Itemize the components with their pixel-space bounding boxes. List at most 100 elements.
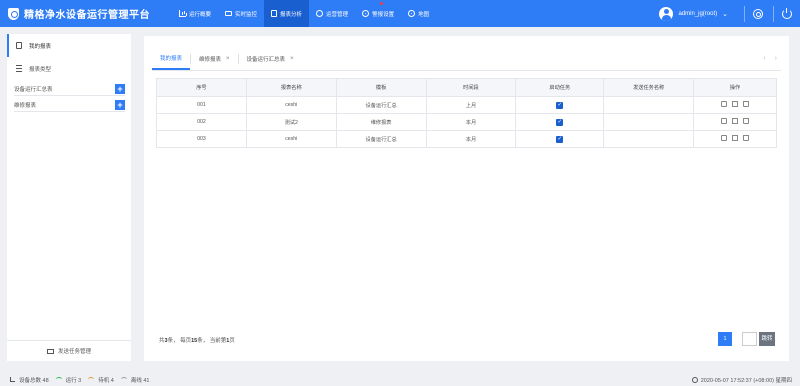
nav-item-map[interactable]: 地图 [401,0,436,27]
report-period: 本月 [425,130,517,148]
pagination-text: 条， 每页 [167,338,192,344]
row-number: 002 [156,113,247,131]
column-header: 发送任务名称 [603,78,695,97]
signal-standby-icon [88,377,95,382]
pagination-text: 页 [229,338,235,344]
page-jump-button[interactable]: 跳转 [759,332,775,346]
column-header: 启动任务 [515,78,605,97]
alarm-gear-icon [362,10,370,17]
enable-task-cell: ✓ [515,113,605,131]
sidebar-group-equipment-summary[interactable]: 设备运行汇总表 + [14,82,125,96]
copy-icon[interactable] [732,101,739,107]
sidebar: 我的报表 报表类型 设备运行汇总表 + 维修报表 + 发送任务管理 [7,34,131,361]
sidebar-group-maintenance[interactable]: 维修报表 + [14,98,125,112]
nav-item-label: 报表分析 [280,11,303,18]
device-standby: 待机 4 [88,376,114,384]
nav-item-overview[interactable]: 运行概要 [172,0,218,27]
divider [744,5,745,22]
nav-item-operations[interactable]: 运营管理 [309,0,355,27]
device-total-label: 设备总数 48 [19,377,49,384]
edit-icon[interactable] [721,135,728,141]
send-task-name [603,113,695,131]
column-header: 时间段 [425,78,517,97]
nav-item-label: 地图 [418,11,430,18]
table-row[interactable]: 002 测试2 维修报表 本月 ✓ [156,113,777,131]
row-actions [693,113,777,131]
send-task-icon [46,348,54,354]
copy-icon[interactable] [732,135,739,141]
close-icon[interactable]: × [290,56,294,62]
page-1-button[interactable]: 1 [718,332,732,346]
nav-item-label: 警报设置 [372,11,395,18]
sidebar-group-label: 设备运行汇总表 [14,86,53,93]
datetime-label: 2020-05-07 17:52:37 (+08:00) 星期四 [700,377,792,384]
tab-label: 维修报表 [199,56,222,63]
enable-task-cell: ✓ [515,130,605,148]
monitor-icon [225,10,233,17]
device-running: 运行 3 [55,376,81,384]
table-row[interactable]: 001 ceshi 设备运行汇总 上月 ✓ [156,96,777,114]
row-number: 003 [156,130,247,148]
top-header: 精格净水设备运行管理平台 运行概要 实时监控 报表分析 运营管理 警报设置 地图 [0,0,800,27]
shield-logo-icon [8,7,19,20]
page-jump-input[interactable] [742,332,757,346]
close-icon[interactable]: × [226,56,230,62]
sidebar-item-label: 报表类型 [29,66,52,73]
tab-label: 我的报表 [160,55,183,62]
send-task-management-button[interactable]: 发送任务管理 [7,340,131,361]
send-task-name [603,130,695,148]
edit-icon[interactable] [721,101,728,107]
tab-maintenance-report[interactable]: 维修报表 × [191,47,238,70]
device-offline-label: 离线 41 [130,377,150,384]
nav-item-alarm-settings[interactable]: 警报设置 [355,0,401,27]
pagination-text: 条， 当前第 [197,338,227,344]
row-number: 001 [156,96,247,114]
enable-task-checkbox[interactable]: ✓ [556,118,564,126]
chevron-left-icon[interactable]: ‹ [763,55,765,62]
nav-item-monitor[interactable]: 实时监控 [218,0,264,27]
tab-scroll-arrows: ‹ › [763,47,781,70]
tab-equipment-summary[interactable]: 设备运行汇总表 × [239,47,302,70]
sidebar-item-label: 我的报表 [29,43,52,50]
device-total: 设备总数 48 [10,376,49,384]
table-row[interactable]: 003 ceshi 设备运行汇总 本月 ✓ [156,130,777,148]
trash-icon[interactable] [743,135,750,141]
column-header: 报表名称 [245,78,337,97]
edit-icon[interactable] [721,118,728,124]
enable-task-cell: ✓ [515,96,605,114]
power-icon[interactable] [782,7,792,19]
copy-icon[interactable] [732,118,739,124]
report-icon [271,10,278,17]
tab-my-reports[interactable]: 我的报表 [152,47,191,70]
status-bar: 设备总数 48 运行 3 待机 4 离线 41 2020-05-07 17:52… [0,373,800,386]
trash-icon[interactable] [743,118,750,124]
send-task-name [603,96,695,114]
main-panel: 我的报表 维修报表 × 设备运行汇总表 × ‹ › 序号 报表名称 模板 时间段… [144,36,789,361]
sidebar-item-my-reports[interactable]: 我的报表 [7,34,131,57]
row-actions [693,130,777,148]
device-offline: 离线 41 [120,376,150,384]
bar-chart-icon [179,10,186,17]
add-report-button[interactable]: + [115,99,125,110]
notification-badge [380,2,384,5]
column-header: 序号 [156,78,247,97]
enable-task-checkbox[interactable]: ✓ [556,101,564,109]
chevron-right-icon[interactable]: › [775,55,777,62]
tab-bar: 我的报表 维修报表 × 设备运行汇总表 × ‹ › [152,47,781,71]
app-logo[interactable]: 精格净水设备运行管理平台 [0,0,172,27]
settings-gear-icon[interactable] [753,8,763,19]
nav-item-label: 运营管理 [326,11,349,18]
report-name: ceshi [245,130,337,148]
chevron-down-icon[interactable]: ⌄ [722,10,728,18]
sidebar-group-label: 维修报表 [14,102,37,109]
datetime-display: 2020-05-07 17:52:37 (+08:00) 星期四 [691,376,800,384]
nav-item-report-analysis[interactable]: 报表分析 [264,0,310,27]
username[interactable]: admin_jg(root) [678,11,717,17]
report-name: ceshi [245,96,337,114]
sidebar-item-report-types[interactable]: 报表类型 [7,57,131,80]
avatar[interactable] [659,6,674,21]
trash-icon[interactable] [743,101,750,107]
document-icon [16,42,22,49]
add-report-button[interactable]: + [115,83,125,94]
enable-task-checkbox[interactable]: ✓ [556,135,564,143]
